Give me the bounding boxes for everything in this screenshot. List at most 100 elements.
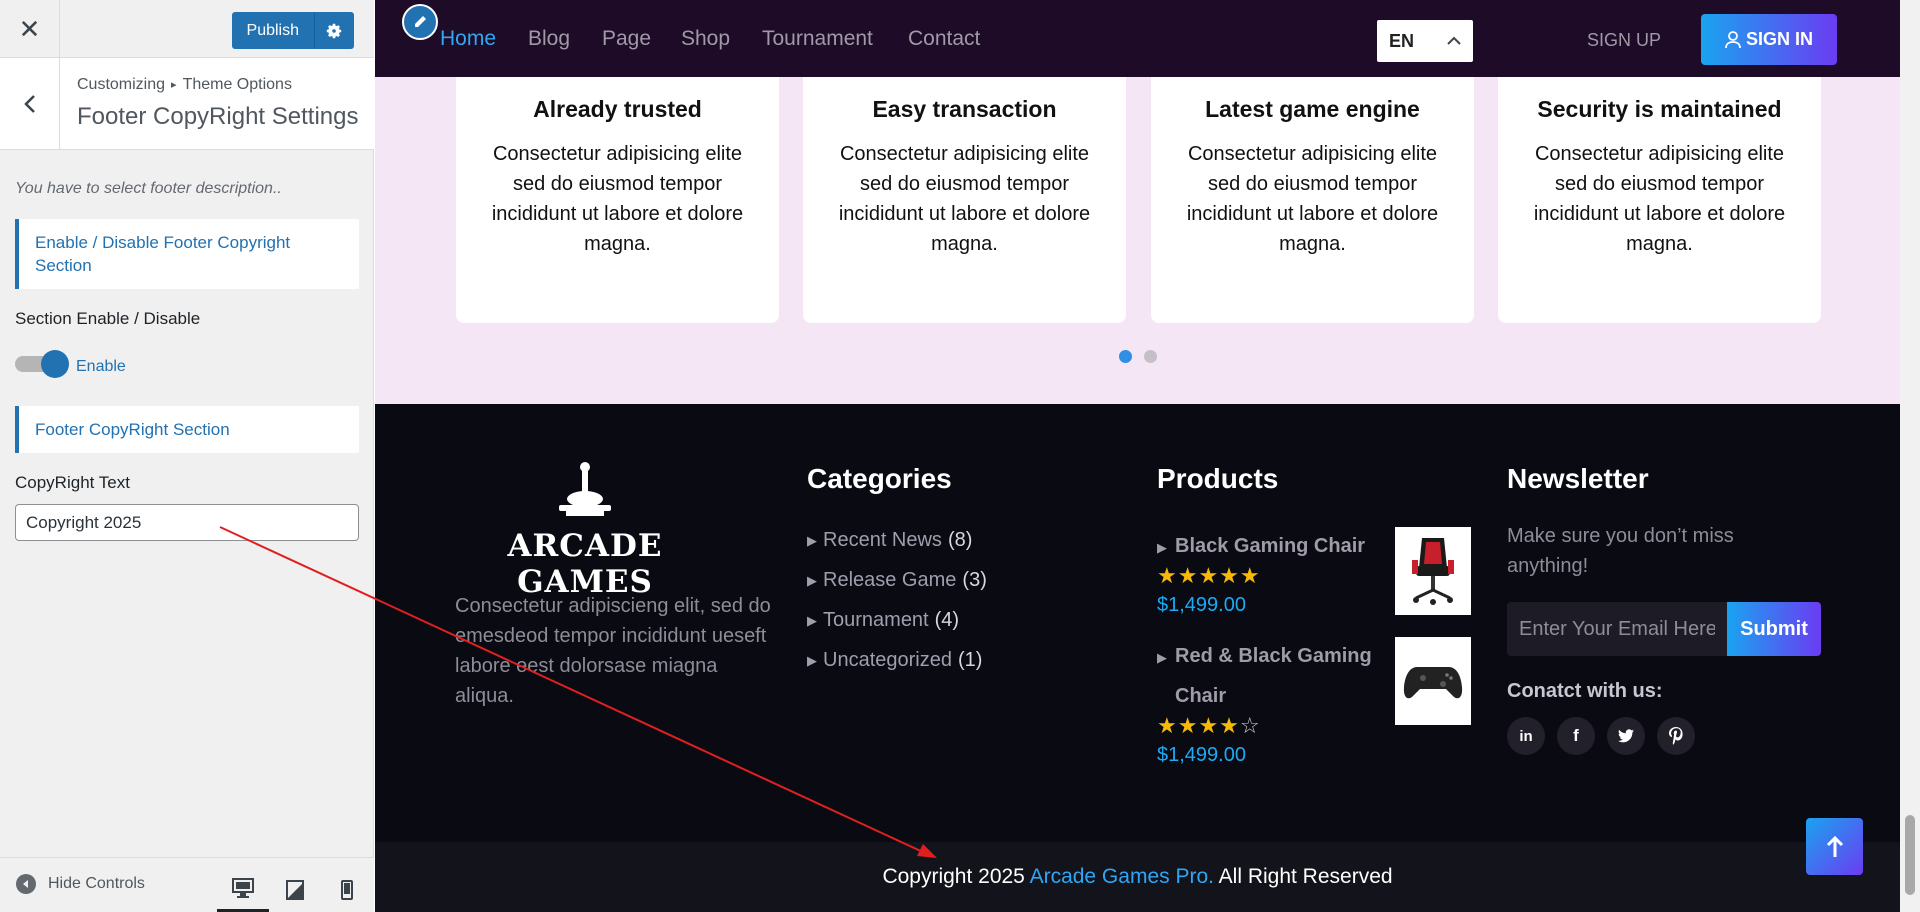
tablet-icon — [286, 879, 304, 900]
newsletter-email-input[interactable] — [1507, 602, 1727, 656]
tablet-preview-button[interactable] — [269, 866, 321, 912]
feature-text: Consectetur adipisicing elite sed do eiu… — [491, 143, 744, 255]
back-button[interactable] — [0, 58, 60, 150]
product-thumbnail-controller[interactable] — [1395, 637, 1471, 725]
product-link[interactable]: ▶ Black Gaming Chair — [1157, 526, 1365, 568]
panel-title-area: Customizing ▸ Theme Options Footer CopyRig… — [0, 58, 374, 150]
copyright-prefix: Copyright 2025 — [882, 865, 1025, 888]
mobile-icon — [341, 879, 353, 900]
game-controller-image — [1403, 667, 1463, 699]
feature-text: Consectetur adipisicing elite sed do eiu… — [1533, 143, 1786, 255]
feature-card: Already trusted Consectetur adipisicing … — [456, 60, 779, 323]
language-select[interactable]: EN — [1377, 20, 1473, 62]
caret-right-icon: ▶ — [807, 572, 817, 588]
breadcrumb: Customizing ▸ Theme Options — [77, 76, 292, 94]
chevron-up-icon — [1447, 36, 1461, 45]
nav-page[interactable]: Page — [602, 27, 651, 51]
facebook-icon: f — [1573, 726, 1579, 745]
carousel-dot[interactable] — [1144, 350, 1157, 363]
category-name: Release Game — [823, 569, 957, 591]
category-item[interactable]: ▶ Release Game (3) — [807, 569, 987, 592]
feature-title: Latest game engine — [1205, 96, 1420, 122]
pinterest-icon — [1669, 727, 1683, 745]
contact-title: Conatct with us: — [1507, 680, 1663, 702]
product-link[interactable]: ▶ Red & Black Gaming — [1157, 636, 1372, 678]
carousel-dot-active[interactable] — [1119, 350, 1132, 363]
publish-button[interactable]: Publish — [231, 12, 314, 49]
copyright-suffix: All Right Reserved — [1218, 865, 1393, 888]
feature-title: Already trusted — [533, 96, 702, 122]
breadcrumb-separator-icon: ▸ — [171, 79, 177, 91]
panel-title: Footer CopyRight Settings — [77, 103, 359, 130]
twitter-icon — [1618, 729, 1634, 743]
page-scrollbar[interactable] — [1900, 0, 1920, 912]
edit-shortcut-button[interactable] — [402, 4, 438, 40]
nav-contact[interactable]: Contact — [908, 27, 980, 51]
category-name: Recent News — [823, 529, 942, 551]
social-linkedin[interactable]: in — [1507, 717, 1545, 755]
signin-button[interactable]: SIGN IN — [1701, 14, 1837, 65]
feature-card: Security is maintained Consectetur adipi… — [1498, 60, 1821, 323]
copyright-section-heading: Footer CopyRight Section — [15, 406, 359, 453]
publish-group: Publish — [231, 12, 354, 49]
gaming-chair-image — [1412, 538, 1454, 605]
signin-label: SIGN IN — [1745, 29, 1813, 49]
caret-right-icon: ▶ — [807, 532, 817, 548]
feature-card: Latest game engine Consectetur adipisici… — [1151, 60, 1474, 323]
pencil-icon — [415, 16, 426, 27]
newsletter-submit-button[interactable]: Submit — [1727, 602, 1821, 656]
product-name-line1: Red & Black Gaming — [1175, 645, 1372, 667]
category-item[interactable]: ▶ Uncategorized (1) — [807, 649, 982, 672]
copyright-line: Copyright 2025 Arcade Games Pro. All Rig… — [375, 865, 1900, 889]
category-item[interactable]: ▶ Tournament (4) — [807, 609, 959, 632]
customizer-footer: Hide Controls — [0, 857, 374, 912]
close-customizer-button[interactable]: ✕ — [0, 0, 60, 58]
joystick-icon — [559, 462, 611, 516]
copyright-text-label: CopyRight Text — [15, 473, 130, 492]
collapse-icon — [16, 874, 36, 894]
site-navbar: Home Blog Page Shop Tournament Contact E… — [375, 0, 1900, 77]
breadcrumb-root: Customizing — [77, 76, 166, 93]
product-thumbnail-chair[interactable] — [1395, 527, 1471, 615]
section-enable-toggle[interactable] — [15, 350, 71, 378]
nav-blog[interactable]: Blog — [528, 27, 570, 51]
product-rating: ★★★★☆ — [1157, 713, 1261, 738]
close-icon: ✕ — [18, 13, 41, 44]
newsletter-text: Make sure you don’t miss anything! — [1507, 525, 1734, 577]
footer-about-text: Consectetur adipiscieng elit, sed do eme… — [455, 595, 771, 707]
products-title: Products — [1157, 463, 1279, 494]
category-count: (8) — [947, 529, 973, 551]
category-count: (1) — [957, 649, 983, 671]
feature-title: Security is maintained — [1537, 96, 1782, 122]
hide-controls-button[interactable]: Hide Controls — [16, 874, 145, 894]
signup-link[interactable]: SIGN UP — [1587, 30, 1661, 51]
panel-description: You have to select footer description.. — [15, 180, 282, 197]
newsletter-title: Newsletter — [1507, 463, 1649, 494]
desktop-icon — [232, 877, 254, 898]
nav-tournament[interactable]: Tournament — [762, 27, 873, 51]
product-price: $1,499.00 — [1157, 594, 1246, 616]
desktop-preview-button[interactable] — [217, 866, 269, 912]
product-price: $1,499.00 — [1157, 744, 1246, 766]
customizer-sidebar: ✕ Publish Customizing ▸ Theme Options Foot… — [0, 0, 374, 912]
category-item[interactable]: ▶ Recent News (8) — [807, 529, 972, 552]
nav-home[interactable]: Home — [440, 27, 496, 51]
scrollbar-thumb[interactable] — [1905, 815, 1915, 895]
footer-copyright-bar: Copyright 2025 Arcade Games Pro. All Rig… — [375, 842, 1900, 912]
linkedin-icon: in — [1519, 727, 1533, 745]
social-pinterest[interactable] — [1657, 717, 1695, 755]
caret-right-icon: ▶ — [1157, 540, 1167, 555]
publish-settings-button[interactable] — [314, 12, 354, 49]
social-facebook[interactable]: f — [1557, 717, 1595, 755]
scroll-to-top-button[interactable] — [1806, 818, 1863, 875]
mobile-preview-button[interactable] — [321, 866, 373, 912]
social-twitter[interactable] — [1607, 717, 1645, 755]
nav-shop[interactable]: Shop — [681, 27, 730, 51]
copyright-text-input[interactable] — [15, 504, 359, 541]
copyright-brand-link[interactable]: Arcade Games Pro. — [1030, 865, 1214, 888]
caret-right-icon: ▶ — [807, 612, 817, 628]
caret-right-icon: ▶ — [1157, 650, 1167, 665]
feature-card: Easy transaction Consectetur adipisicing… — [803, 60, 1126, 323]
footer-logo: ARCADE GAMES — [455, 461, 715, 600]
product-name-line2[interactable]: Chair — [1175, 676, 1226, 716]
